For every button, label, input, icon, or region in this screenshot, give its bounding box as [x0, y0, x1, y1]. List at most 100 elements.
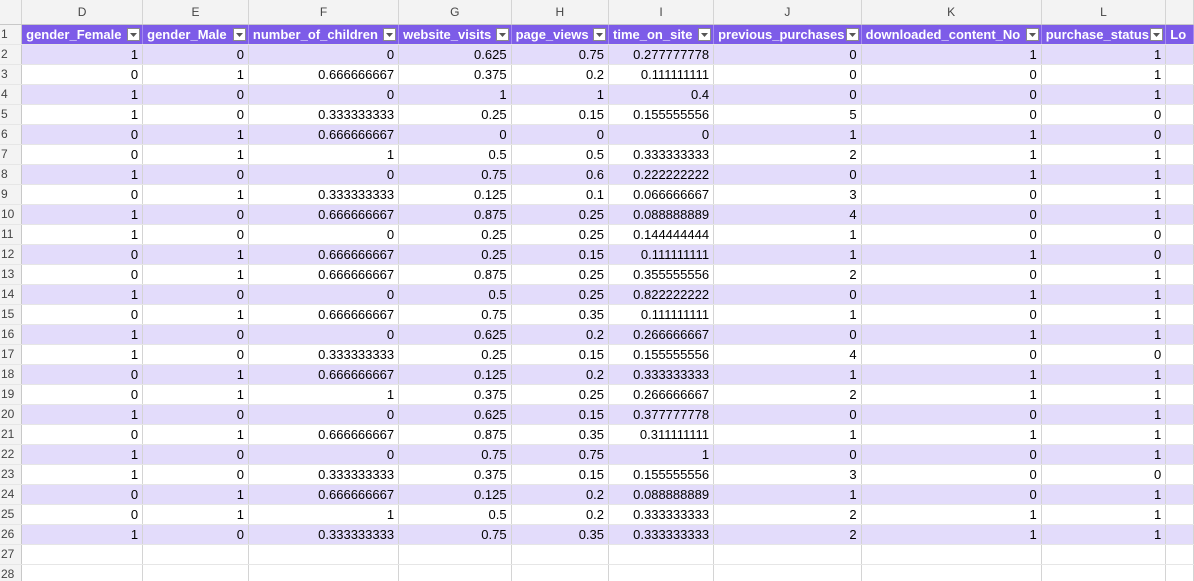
data-cell[interactable]: 0	[608, 124, 715, 145]
data-cell[interactable]: 0	[21, 384, 144, 405]
empty-cell[interactable]	[398, 544, 512, 565]
header-cell-time-on-site[interactable]: time_on_site	[608, 24, 715, 45]
data-cell[interactable]: 0.2	[511, 364, 610, 385]
data-cell[interactable]: 1	[1041, 524, 1167, 545]
data-cell[interactable]: 1	[1041, 424, 1167, 445]
data-cell[interactable]: 0.111111111	[608, 64, 715, 85]
empty-cell[interactable]	[21, 564, 144, 581]
data-cell[interactable]: 0	[713, 404, 862, 425]
row-number[interactable]: 18	[0, 364, 23, 385]
data-cell[interactable]: 0	[1041, 344, 1167, 365]
data-cell[interactable]: 1	[861, 324, 1042, 345]
data-cell[interactable]: 2	[713, 504, 862, 525]
filter-dropdown-icon[interactable]	[698, 27, 712, 41]
row-number[interactable]: 22	[0, 444, 23, 465]
data-cell[interactable]: 0	[21, 304, 144, 325]
data-cell[interactable]: 1	[1041, 64, 1167, 85]
empty-cell[interactable]	[1165, 564, 1194, 581]
data-cell[interactable]: 0.666666667	[248, 424, 400, 445]
data-cell[interactable]: 1	[861, 44, 1042, 65]
data-cell[interactable]: 1	[21, 524, 144, 545]
data-cell-cut-off[interactable]	[1165, 204, 1194, 225]
empty-cell[interactable]	[1165, 544, 1194, 565]
data-cell[interactable]: 1	[142, 304, 249, 325]
data-cell[interactable]: 1	[1041, 384, 1167, 405]
data-cell[interactable]: 0	[142, 224, 249, 245]
data-cell[interactable]: 0.125	[398, 364, 512, 385]
data-cell-cut-off[interactable]	[1165, 264, 1194, 285]
data-cell[interactable]: 0.25	[398, 224, 512, 245]
row-number[interactable]: 12	[0, 244, 23, 265]
data-cell[interactable]: 0.155555556	[608, 464, 715, 485]
filter-dropdown-icon[interactable]	[1150, 27, 1164, 41]
data-cell[interactable]: 0.875	[398, 424, 512, 445]
data-cell[interactable]: 1	[861, 504, 1042, 525]
data-cell[interactable]: 0.625	[398, 404, 512, 425]
data-cell[interactable]: 1	[1041, 204, 1167, 225]
data-cell[interactable]: 0	[861, 304, 1042, 325]
data-cell[interactable]: 1	[861, 424, 1042, 445]
data-cell[interactable]: 0	[398, 124, 512, 145]
data-cell[interactable]: 0.625	[398, 44, 512, 65]
data-cell[interactable]: 0.25	[511, 264, 610, 285]
data-cell[interactable]: 0.155555556	[608, 344, 715, 365]
data-cell[interactable]: 1	[142, 504, 249, 525]
row-number[interactable]: 14	[0, 284, 23, 305]
data-cell[interactable]: 0.6	[511, 164, 610, 185]
data-cell-cut-off[interactable]	[1165, 84, 1194, 105]
data-cell[interactable]: 0	[861, 484, 1042, 505]
data-cell[interactable]: 0.377777778	[608, 404, 715, 425]
data-cell[interactable]: 0.875	[398, 204, 512, 225]
row-number[interactable]: 13	[0, 264, 23, 285]
data-cell[interactable]: 0.75	[511, 444, 610, 465]
filter-dropdown-icon[interactable]	[127, 27, 141, 41]
row-number[interactable]: 3	[0, 64, 23, 85]
data-cell-cut-off[interactable]	[1165, 404, 1194, 425]
data-cell[interactable]: 0.25	[511, 284, 610, 305]
data-cell[interactable]: 0.2	[511, 504, 610, 525]
data-cell[interactable]: 1	[21, 464, 144, 485]
data-cell[interactable]: 0	[1041, 224, 1167, 245]
data-cell-cut-off[interactable]	[1165, 324, 1194, 345]
empty-cell[interactable]	[1041, 544, 1167, 565]
data-cell[interactable]: 0.333333333	[248, 464, 400, 485]
data-cell[interactable]: 3	[713, 464, 862, 485]
data-cell[interactable]: 1	[861, 124, 1042, 145]
data-cell[interactable]: 1	[21, 324, 144, 345]
data-cell[interactable]: 0.333333333	[248, 344, 400, 365]
data-cell[interactable]: 1	[1041, 304, 1167, 325]
row-number[interactable]: 5	[0, 104, 23, 125]
data-cell-cut-off[interactable]	[1165, 304, 1194, 325]
data-cell[interactable]: 1	[21, 164, 144, 185]
data-cell-cut-off[interactable]	[1165, 104, 1194, 125]
data-cell[interactable]: 0	[861, 184, 1042, 205]
data-cell[interactable]: 1	[21, 284, 144, 305]
data-cell[interactable]: 0.75	[398, 524, 512, 545]
data-cell[interactable]: 5	[713, 104, 862, 125]
data-cell[interactable]: 0.15	[511, 104, 610, 125]
row-number[interactable]: 1	[0, 24, 23, 45]
data-cell[interactable]: 0.088888889	[608, 484, 715, 505]
data-cell[interactable]: 0.15	[511, 464, 610, 485]
empty-cell[interactable]	[713, 544, 862, 565]
data-cell[interactable]: 0.15	[511, 404, 610, 425]
row-number[interactable]: 24	[0, 484, 23, 505]
data-cell[interactable]: 1	[1041, 504, 1167, 525]
data-cell[interactable]: 1	[398, 84, 512, 105]
row-number[interactable]: 25	[0, 504, 23, 525]
data-cell[interactable]: 0.333333333	[608, 524, 715, 545]
data-cell[interactable]: 1	[861, 284, 1042, 305]
data-cell-cut-off[interactable]	[1165, 444, 1194, 465]
data-cell[interactable]: 0	[21, 184, 144, 205]
column-letter-m[interactable]	[1165, 0, 1194, 25]
data-cell[interactable]: 1	[21, 344, 144, 365]
data-cell[interactable]: 2	[713, 384, 862, 405]
data-cell[interactable]: 0	[142, 464, 249, 485]
empty-cell[interactable]	[142, 564, 249, 581]
data-cell[interactable]: 3	[713, 184, 862, 205]
row-number[interactable]: 10	[0, 204, 23, 225]
filter-dropdown-icon[interactable]	[593, 27, 607, 41]
data-cell[interactable]: 0.088888889	[608, 204, 715, 225]
data-cell[interactable]: 0	[21, 64, 144, 85]
data-cell[interactable]: 0	[248, 444, 400, 465]
